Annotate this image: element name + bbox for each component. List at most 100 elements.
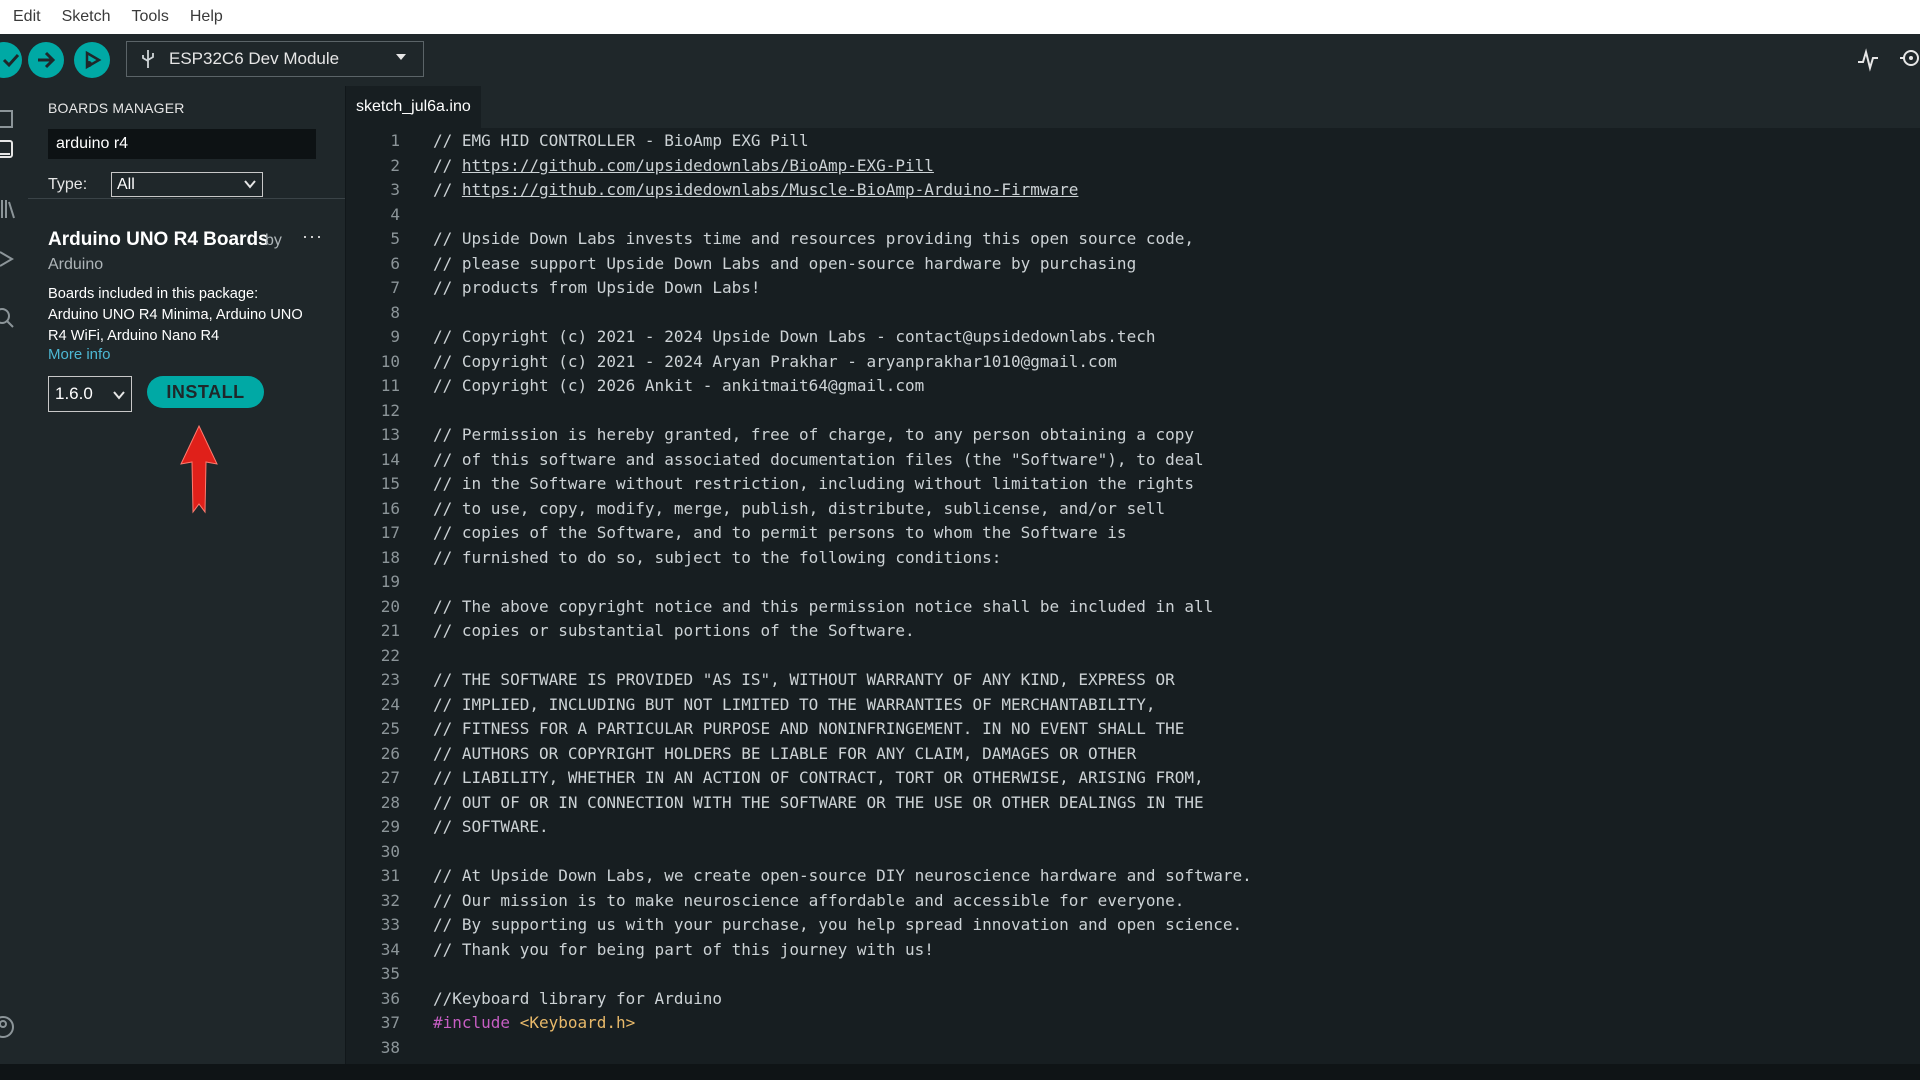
type-filter-select[interactable]: All [111,172,263,197]
version-select[interactable]: 1.6.0 [48,376,132,412]
code-line: // products from Upside Down Labs! [433,278,761,297]
code-line: // to use, copy, modify, merge, publish,… [433,498,1166,518]
line-number: 7 [390,278,400,297]
line-number: 20 [380,596,400,616]
code-line: // By supporting us with your purchase, … [433,915,1243,934]
line-number: 6 [390,253,400,273]
code-line: // Thank you for being part of this jour… [433,939,934,959]
profile-icon[interactable] [0,1016,22,1038]
line-number: 30 [380,841,400,861]
line-number: 5 [390,229,400,248]
code-line: // furnished to do so, subject to the fo… [433,547,1002,567]
code-line: // Upside Down Labs invests time and res… [433,229,1194,248]
line-number: 28 [380,792,400,812]
line-number: 33 [380,915,400,934]
code-line: // Permission is hereby granted, free of… [433,425,1194,444]
code-link[interactable]: https://github.com/upsidedownlabs/Muscle… [462,180,1079,199]
code-editor[interactable]: 1 2 3 4 5 6 7 8 9 10 11 12 13 14 15 16 17 18 19 20 21 22 23 24 2… [346,128,1920,1064]
line-number: 8 [390,302,400,322]
tab-sketch-file[interactable]: sketch_jul6a.ino [346,86,481,130]
divider [28,198,345,199]
line-number: 4 [390,204,400,224]
line-number: 3 [390,180,400,199]
usb-icon [142,50,154,68]
status-bar [0,1064,1920,1080]
search-icon[interactable] [0,308,22,330]
code-line: // THE SOFTWARE IS PROVIDED "AS IS", WIT… [433,670,1175,689]
include-header: <Keyboard.h> [519,1013,636,1032]
upload-button[interactable] [28,42,64,78]
menu-tools[interactable]: Tools [132,8,169,26]
check-icon [2,53,20,68]
code-line: // Our mission is to make neuroscience a… [433,890,1185,910]
line-number: 25 [380,719,400,738]
line-number: 12 [380,400,400,420]
code-line: #include <Keyboard.h> [433,1013,635,1032]
board-package-author: Arduino [48,256,104,273]
red-arrow-annotation [180,424,218,514]
code-line: // EMG HID CONTROLLER - BioAmp EXG Pill [433,131,809,150]
serial-monitor-icon[interactable] [1898,48,1920,72]
serial-plotter-icon[interactable] [1856,48,1880,72]
panel-title: BOARDS MANAGER [48,100,185,116]
line-number: 29 [380,817,400,836]
more-options-button[interactable]: ··· [302,226,323,247]
code-line: // FITNESS FOR A PARTICULAR PURPOSE AND … [433,719,1185,738]
line-number: 13 [380,425,400,444]
sketchbook-icon[interactable] [0,108,22,130]
type-filter-label: Type: [48,176,88,193]
line-number: 11 [380,376,400,395]
line-number: 27 [380,768,400,787]
code-line: // AUTHORS OR COPYRIGHT HOLDERS BE LIABL… [433,743,1137,763]
debug-button[interactable] [74,42,110,78]
code-line: // Copyright (c) 2021 - 2024 Aryan Prakh… [433,351,1117,371]
code-line: //Keyboard library for Arduino [433,988,722,1008]
menu-sketch[interactable]: Sketch [62,8,111,26]
code-link[interactable]: https://github.com/upsidedownlabs/BioAmp… [462,156,934,175]
line-number: 31 [380,866,400,885]
code-line: // Copyright (c) 2021 - 2024 Upside Down… [433,327,1156,346]
line-number: 10 [380,351,400,371]
board-select[interactable]: ESP32C6 Dev Module [126,41,424,77]
toolbar: ESP32C6 Dev Module [0,34,1920,86]
menu-help[interactable]: Help [190,8,223,26]
line-number: 37 [380,1013,400,1032]
board-package-by: by [265,232,282,249]
code-line: // in the Software without restriction, … [433,474,1194,493]
code-line: // of this software and associated docum… [433,449,1204,469]
code-line: // copies of the Software, and to permit… [433,523,1127,542]
menu-edit[interactable]: Edit [13,8,41,26]
line-number: 35 [380,964,400,983]
more-info-link[interactable]: More info [48,346,111,363]
boards-manager-icon[interactable] [0,138,22,160]
boards-search-input[interactable] [48,129,316,159]
line-number: 36 [380,988,400,1008]
line-number: 22 [380,645,400,665]
board-package-description: Boards included in this package: Arduino… [48,286,303,344]
code-line: // please support Upside Down Labs and o… [433,253,1137,273]
code-line: // SOFTWARE. [433,817,549,836]
line-number: 2 [390,155,400,175]
code-line: // https://github.com/upsidedownlabs/Mus… [433,180,1079,199]
chevron-down-icon [113,391,125,400]
chevron-down-icon [244,180,256,189]
verify-button[interactable] [0,42,22,78]
editor-tab-bar: sketch_jul6a.ino [346,86,1920,130]
install-button[interactable]: INSTALL [147,376,264,408]
line-number: 32 [380,890,400,910]
debug-panel-icon[interactable] [0,248,22,270]
code-line: // copies or substantial portions of the… [433,621,915,640]
line-number: 23 [380,670,400,689]
code-line: // IMPLIED, INCLUDING BUT NOT LIMITED TO… [433,694,1156,714]
line-number: 1 [390,131,400,150]
line-number: 16 [380,498,400,518]
boards-manager-panel: BOARDS MANAGER Type: All Arduino UNO R4 … [28,86,346,1064]
version-value: 1.6.0 [55,384,93,403]
preprocessor-keyword: #include [433,1013,511,1032]
code-line: // https://github.com/upsidedownlabs/Bio… [433,155,934,175]
library-manager-icon[interactable] [0,198,22,220]
debug-icon [85,50,102,70]
menu-bar: Edit Sketch Tools Help [0,0,1920,34]
code-line: // The above copyright notice and this p… [433,596,1214,616]
line-number: 24 [380,694,400,714]
